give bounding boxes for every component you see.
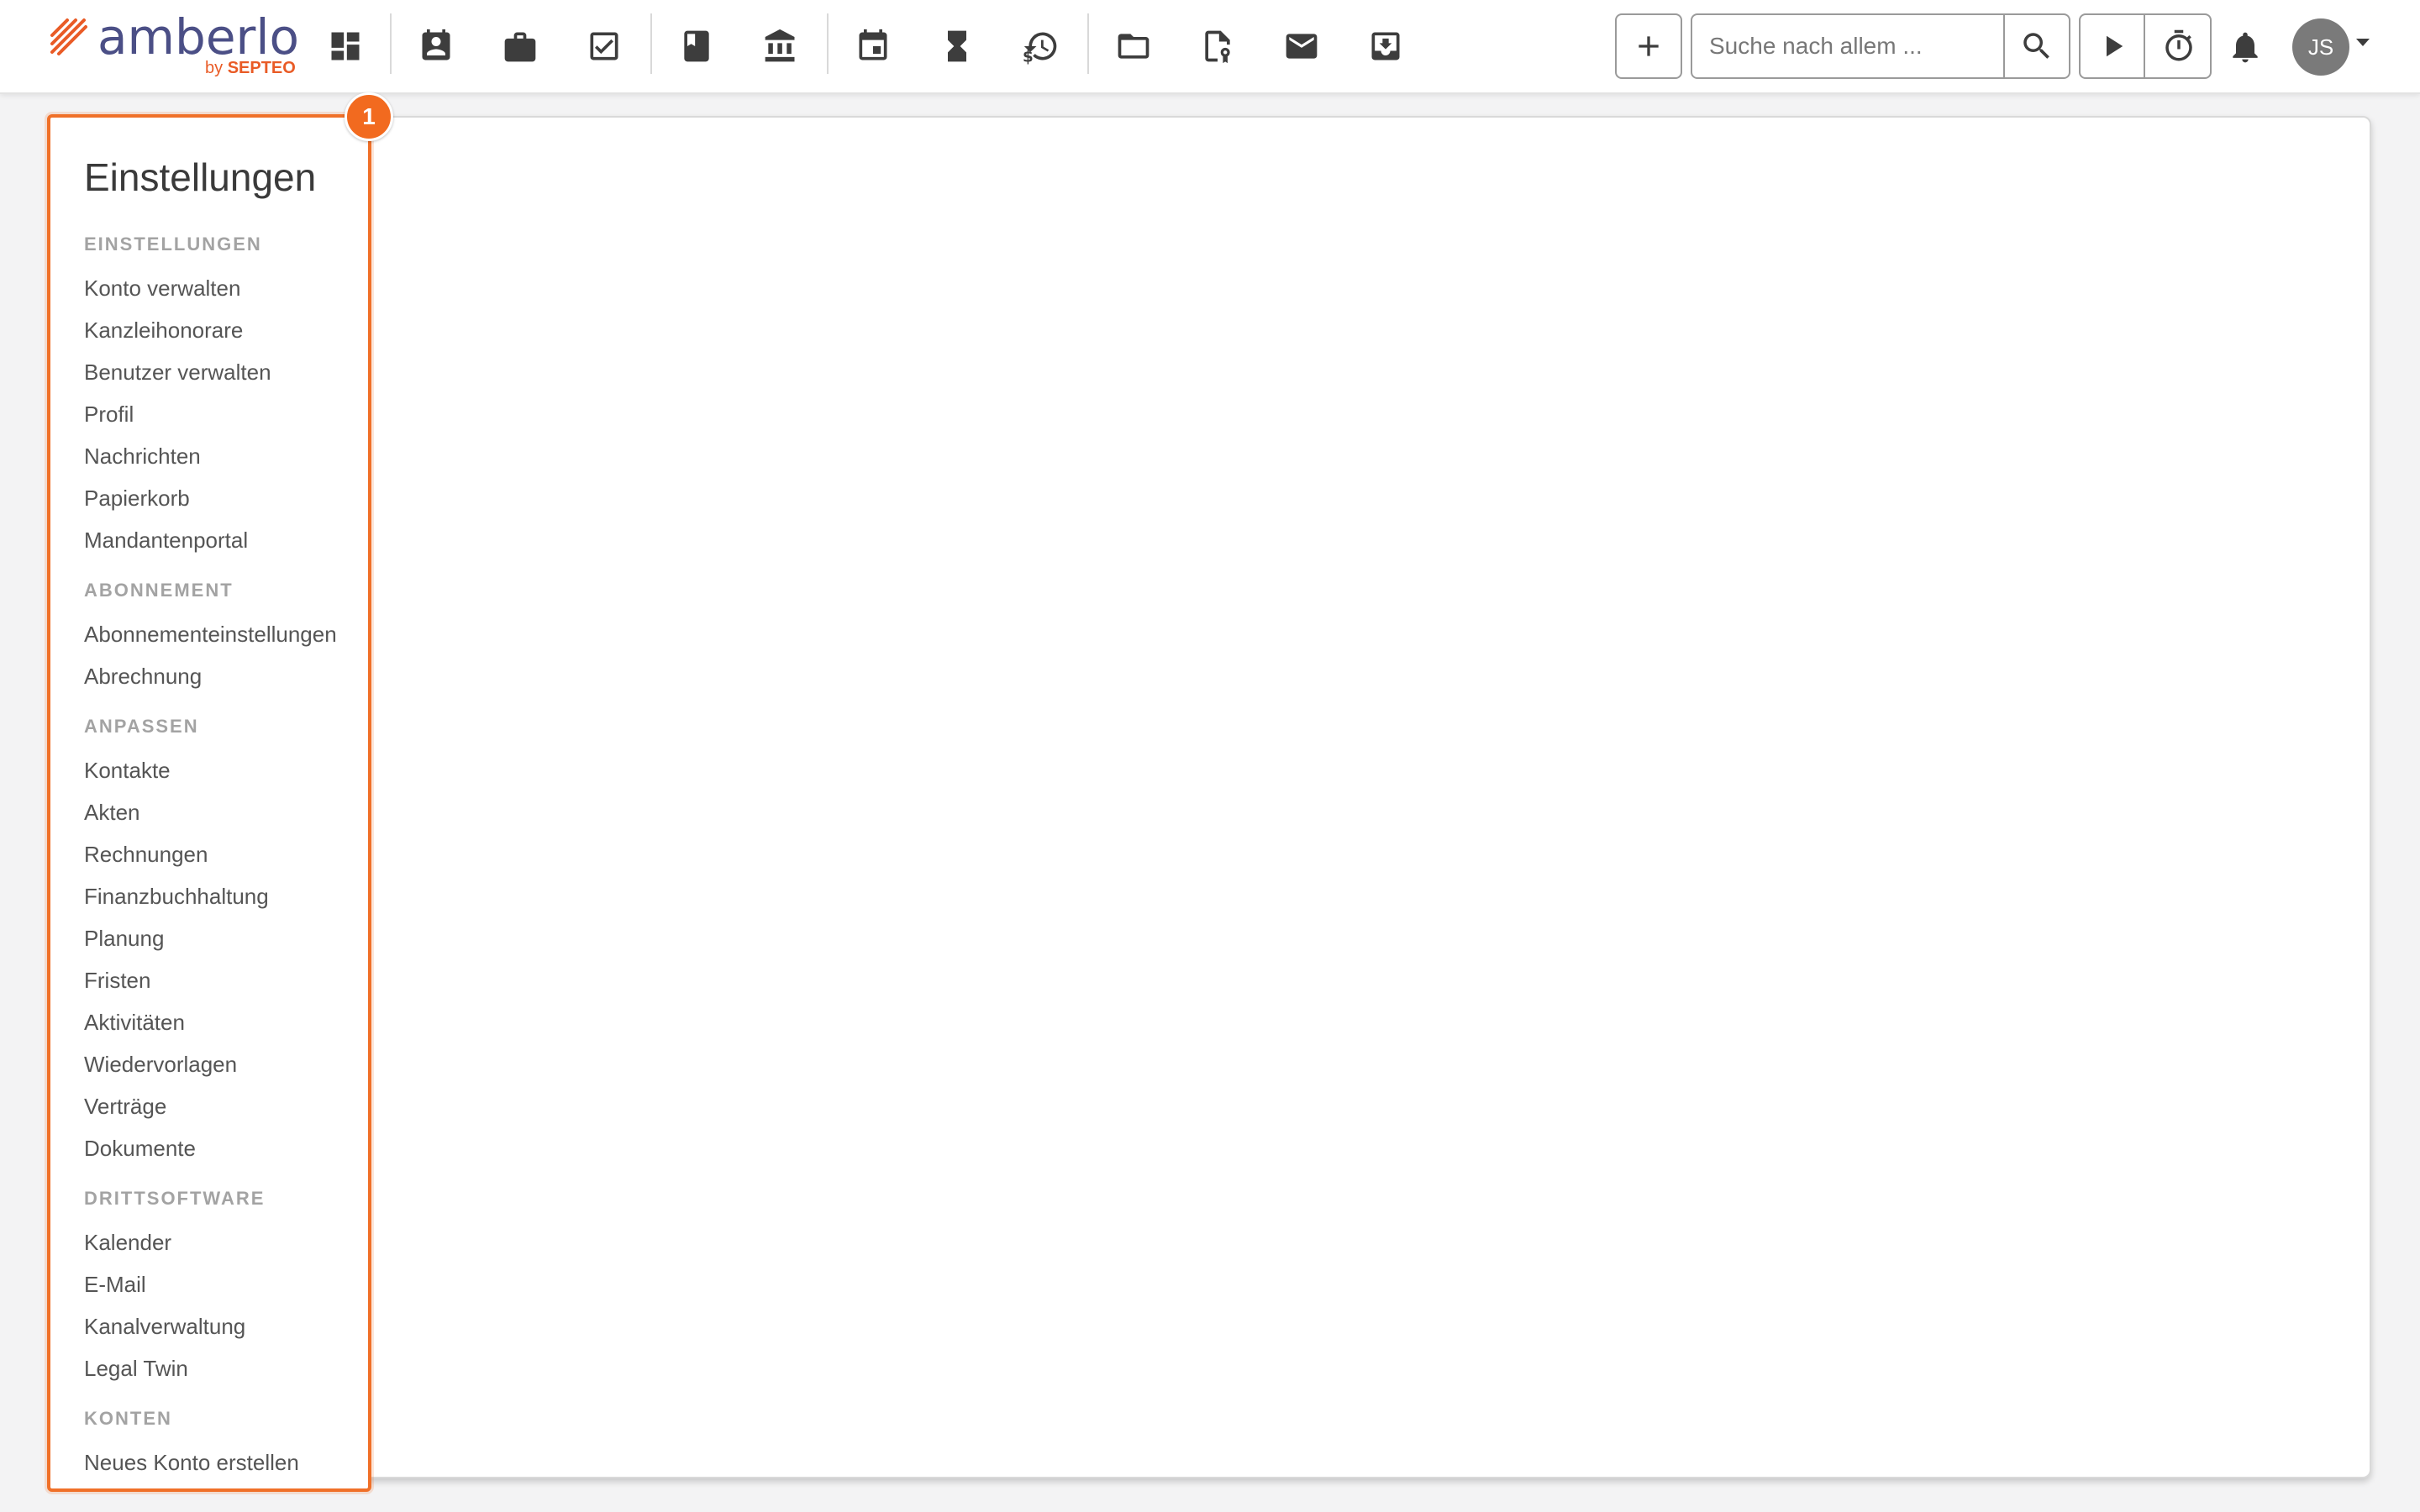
sidebar-item[interactable]: Verträge [84,1094,166,1120]
logo-wordmark: amberlo [97,8,299,66]
sidebar-item[interactable]: Wiedervorlagen [84,1052,237,1078]
search-box [1691,13,2070,79]
sidebar-item[interactable]: Aktivitäten [84,1010,185,1036]
nav-divider [650,13,652,74]
sidebar-item[interactable]: Kontakte [84,758,171,784]
settings-sidebar: Einstellungen EINSTELLUNGEN Konto verwalt… [47,114,371,1492]
sidebar-section-heading: ABONNEMENT [84,580,234,601]
top-navigation-bar: amberlo by SEPTEO $ Suche nach allem ...… [0,0,2420,94]
user-avatar[interactable]: JS [2292,18,2349,76]
amberlo-logo[interactable]: amberlo by SEPTEO [49,8,299,79]
mail-icon[interactable] [1274,18,1329,74]
sidebar-item[interactable]: Nachrichten [84,444,201,470]
briefcase-icon[interactable] [492,18,548,74]
folder-icon[interactable] [1106,18,1161,74]
book-icon[interactable] [669,18,724,74]
svg-text:$: $ [1023,48,1034,65]
sidebar-item[interactable]: Legal Twin [84,1356,188,1382]
sidebar-item[interactable]: Mandantenportal [84,528,248,554]
inbox-download-icon[interactable] [1358,18,1413,74]
sidebar-item[interactable]: Kalender [84,1230,171,1256]
chevron-down-icon[interactable] [2356,39,2370,46]
sidebar-item[interactable]: Akten [84,800,140,826]
contacts-icon[interactable] [408,18,464,74]
stopwatch-icon [2165,29,2192,61]
sidebar-item[interactable]: Dokumente [84,1136,196,1162]
tasks-check-icon[interactable] [576,18,632,74]
nav-divider [1087,13,1089,74]
logo-byline: by SEPTEO [205,59,296,77]
sidebar-item[interactable]: Finanzbuchhaltung [84,884,269,910]
billing-history-icon[interactable]: $ [1013,18,1069,74]
contract-document-icon[interactable] [1190,18,1245,74]
search-input[interactable] [1692,15,2003,77]
search-button[interactable] [2003,15,2069,77]
plus-icon [1639,36,1659,56]
sidebar-item[interactable]: Abrechnung [84,664,202,690]
bank-icon[interactable] [753,18,808,74]
sidebar-item[interactable]: Benutzer verwalten [84,360,271,386]
sidebar-item[interactable]: Konto verwalten [84,276,240,302]
notifications-bell-icon[interactable] [2223,25,2267,69]
logo-stripes-icon [50,18,87,55]
nav-divider [390,13,392,74]
sidebar-item[interactable]: Rechnungen [84,842,208,868]
stopwatch-button[interactable] [2146,15,2211,77]
sidebar-section-heading: EINSTELLUNGEN [84,234,262,255]
timer-controls [2079,13,2212,79]
sidebar-item[interactable]: Fristen [84,968,150,994]
nav-divider [827,13,829,74]
sidebar-item[interactable]: Kanzleihonorare [84,318,243,344]
sidebar-section-heading: DRITTSOFTWARE [84,1188,266,1209]
calendar-icon[interactable] [845,18,901,74]
sidebar-item[interactable]: Papierkorb [84,486,190,512]
add-new-button[interactable] [1615,13,1682,79]
sidebar-item[interactable]: Neues Konto erstellen [84,1450,299,1476]
sidebar-item[interactable]: Kanalverwaltung [84,1314,245,1340]
sidebar-item[interactable]: Planung [84,926,164,952]
step-badge: 1 [345,92,393,141]
sidebar-title: Einstellungen [84,155,317,199]
sidebar-section-heading: ANPASSEN [84,716,199,737]
start-timer-button[interactable] [2081,15,2145,77]
settings-content-panel [361,116,2371,1478]
hourglass-icon[interactable] [929,18,985,74]
sidebar-item[interactable]: Profil [84,402,134,428]
play-icon [2106,35,2123,57]
sidebar-item[interactable]: E-Mail [84,1272,146,1298]
sidebar-item[interactable]: Abonnementeinstellungen [84,622,337,648]
search-icon [2023,33,2049,59]
sidebar-section-heading: KONTEN [84,1408,172,1429]
dashboard-icon[interactable] [318,18,373,74]
